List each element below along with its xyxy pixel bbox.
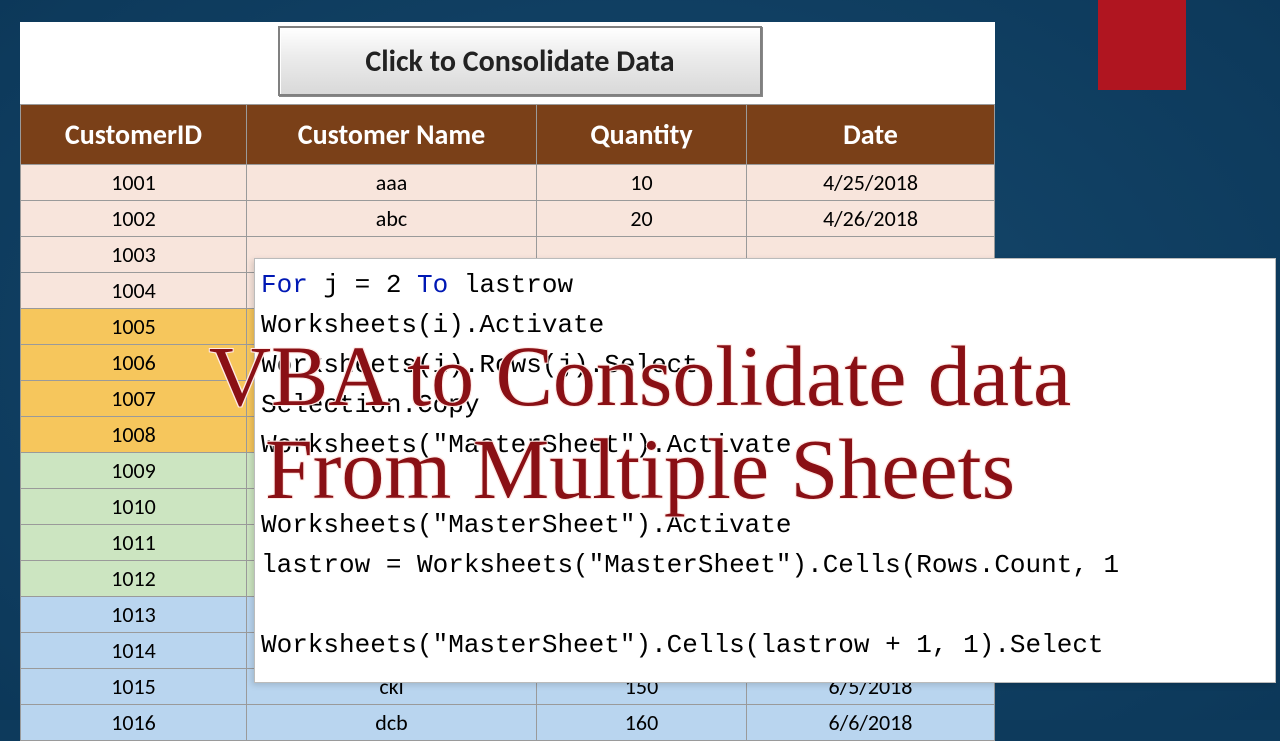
table-header-row: CustomerID Customer Name Quantity Date bbox=[21, 105, 995, 165]
code-text: lastrow bbox=[448, 270, 573, 300]
vba-code-panel: For j = 2 To lastrow Worksheets(i).Activ… bbox=[254, 258, 1276, 683]
header-quantity: Quantity bbox=[537, 105, 747, 165]
cell-id[interactable]: 1010 bbox=[21, 489, 247, 525]
accent-bar bbox=[1098, 0, 1186, 90]
cell-qty[interactable]: 160 bbox=[537, 705, 747, 741]
header-customer-id: CustomerID bbox=[21, 105, 247, 165]
cell-qty[interactable]: 20 bbox=[537, 201, 747, 237]
consolidate-button-label: Click to Consolidate Data bbox=[365, 43, 674, 80]
cell-id[interactable]: 1011 bbox=[21, 525, 247, 561]
cell-id[interactable]: 1009 bbox=[21, 453, 247, 489]
table-row[interactable]: 1001aaa104/25/2018 bbox=[21, 165, 995, 201]
code-text: j = 2 bbox=[308, 270, 417, 300]
cell-id[interactable]: 1008 bbox=[21, 417, 247, 453]
cell-name[interactable]: aaa bbox=[247, 165, 537, 201]
header-customer-name: Customer Name bbox=[247, 105, 537, 165]
code-text: Worksheets(i).Activate bbox=[261, 310, 604, 340]
cell-id[interactable]: 1016 bbox=[21, 705, 247, 741]
cell-id[interactable]: 1003 bbox=[21, 237, 247, 273]
cell-id[interactable]: 1005 bbox=[21, 309, 247, 345]
cell-date[interactable]: 4/26/2018 bbox=[747, 201, 995, 237]
header-date: Date bbox=[747, 105, 995, 165]
table-row[interactable]: 1016dcb1606/6/2018 bbox=[21, 705, 995, 741]
cell-id[interactable]: 1015 bbox=[21, 669, 247, 705]
code-keyword: For bbox=[261, 270, 308, 300]
cell-id[interactable]: 1006 bbox=[21, 345, 247, 381]
code-text: Selection.Copy bbox=[261, 390, 479, 420]
code-text: lastrow = Worksheets("MasterSheet").Cell… bbox=[261, 550, 1119, 580]
cell-id[interactable]: 1004 bbox=[21, 273, 247, 309]
code-text: Worksheets("MasterSheet").Activate bbox=[261, 510, 792, 540]
cell-date[interactable]: 6/6/2018 bbox=[747, 705, 995, 741]
code-text: Worksheets("MasterSheet").Cells(lastrow … bbox=[261, 630, 1104, 660]
cell-id[interactable]: 1001 bbox=[21, 165, 247, 201]
cell-id[interactable]: 1002 bbox=[21, 201, 247, 237]
cell-date[interactable]: 4/25/2018 bbox=[747, 165, 995, 201]
cell-id[interactable]: 1013 bbox=[21, 597, 247, 633]
code-keyword: To bbox=[417, 270, 448, 300]
code-text: Worksheets(i).Rows(j).Select bbox=[261, 350, 698, 380]
cell-id[interactable]: 1012 bbox=[21, 561, 247, 597]
consolidate-button[interactable]: Click to Consolidate Data bbox=[278, 26, 762, 96]
cell-name[interactable]: abc bbox=[247, 201, 537, 237]
cell-id[interactable]: 1007 bbox=[21, 381, 247, 417]
table-row[interactable]: 1002abc204/26/2018 bbox=[21, 201, 995, 237]
cell-id[interactable]: 1014 bbox=[21, 633, 247, 669]
cell-name[interactable]: dcb bbox=[247, 705, 537, 741]
code-text: Worksheets("MasterSheet").Activate bbox=[261, 430, 792, 460]
cell-qty[interactable]: 10 bbox=[537, 165, 747, 201]
